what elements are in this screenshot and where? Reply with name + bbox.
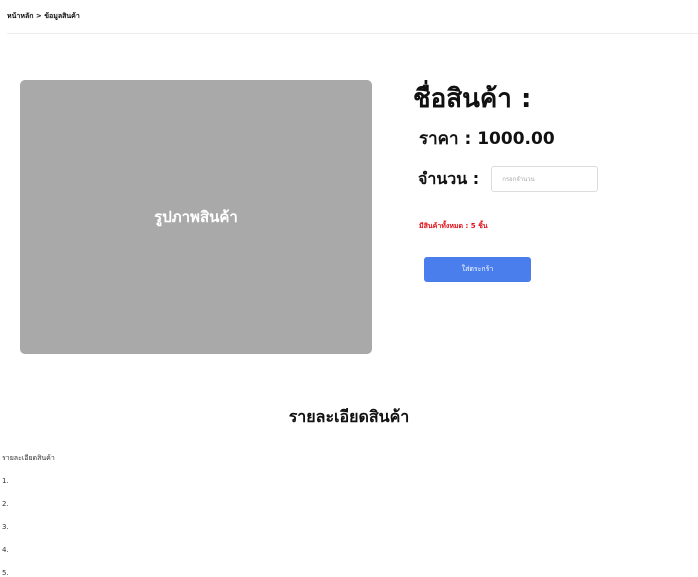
details-list-item: 2.	[2, 500, 9, 508]
quantity-row: จำนวน :	[418, 166, 599, 192]
quantity-label: จำนวน :	[418, 168, 480, 188]
details-list-item: 4.	[2, 546, 9, 554]
add-to-cart-button[interactable]: ใส่ตระกร้า	[424, 257, 531, 282]
product-image-placeholder: รูปภาพสินค้า	[20, 80, 372, 354]
product-detail-page: หน้าหลัก > ข้อมูลสินค้า รูปภาพสินค้า ชื่…	[0, 0, 698, 577]
details-list-item: 5.	[2, 569, 9, 577]
details-heading: รายละเอียดสินค้า	[288, 407, 410, 426]
details-intro: รายละเอียดสินค้า	[2, 454, 55, 462]
header-divider	[7, 33, 698, 34]
details-list-item: 1.	[2, 477, 9, 485]
product-price: ราคา : 1000.00	[419, 129, 555, 149]
product-name: ชื่อสินค้า :	[413, 84, 532, 114]
quantity-input[interactable]	[491, 166, 599, 192]
details-list-item: 3.	[2, 523, 9, 531]
stock-count-text: มีสินค้าทั้งหมด : 5 ชิ้น	[419, 222, 488, 230]
details-body: รายละเอียดสินค้า 1. 2. 3. 4. 5.	[2, 453, 55, 577]
breadcrumb[interactable]: หน้าหลัก > ข้อมูลสินค้า	[7, 11, 80, 22]
product-image-label: รูปภาพสินค้า	[154, 208, 238, 226]
